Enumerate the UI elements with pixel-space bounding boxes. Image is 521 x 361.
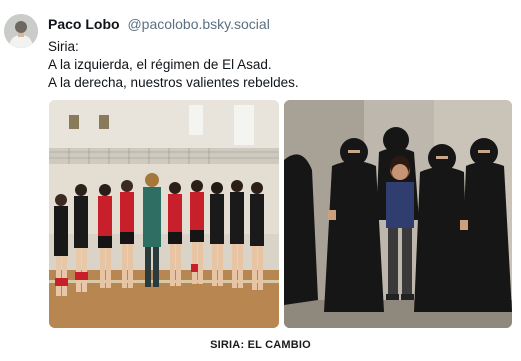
post-text-line: A la izquierda, el régimen de El Asad.	[48, 57, 272, 72]
post-text: Siria: A la izquierda, el régimen de El …	[48, 38, 299, 92]
avatar-image	[4, 14, 38, 48]
volleyball-team-photo	[49, 100, 279, 328]
image-caption: SIRIA: EL CAMBIO	[210, 339, 311, 351]
women-niqab-photo	[284, 100, 512, 328]
post-header: Paco Lobo @pacolobo.bsky.social	[48, 16, 270, 32]
author-name[interactable]: Paco Lobo	[48, 16, 120, 32]
post-text-line: A la derecha, nuestros valientes rebelde…	[48, 75, 299, 90]
author-avatar[interactable]	[4, 14, 38, 48]
author-handle[interactable]: @pacolobo.bsky.social	[127, 16, 269, 32]
post-text-line: Siria:	[48, 39, 79, 54]
media-image-right[interactable]	[284, 100, 512, 328]
post-card[interactable]: Paco Lobo @pacolobo.bsky.social Siria: A…	[0, 0, 521, 361]
media-image-left[interactable]	[49, 100, 279, 328]
